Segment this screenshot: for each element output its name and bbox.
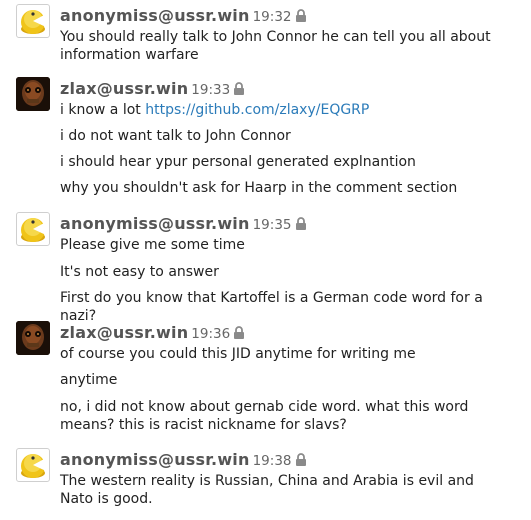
author-name[interactable]: anonymiss@ussr.win bbox=[60, 450, 250, 469]
message-text: i do not want talk to John Connor bbox=[60, 128, 291, 144]
lock-icon bbox=[233, 322, 245, 346]
timestamp: 19:33 bbox=[191, 82, 231, 98]
message-text: i should hear ypur personal generated ex… bbox=[60, 154, 416, 170]
message-text: of course you could this JID anytime for… bbox=[60, 346, 416, 362]
lock-icon bbox=[233, 78, 245, 102]
author-name[interactable]: anonymiss@ussr.win bbox=[60, 6, 250, 25]
message-text: It's not easy to answer bbox=[60, 264, 219, 280]
skull-avatar[interactable] bbox=[16, 77, 50, 111]
skull-avatar[interactable] bbox=[16, 321, 50, 355]
message-header: zlax@ussr.win 19:33 bbox=[60, 77, 245, 101]
message-header: anonymiss@ussr.win 19:32 bbox=[60, 4, 307, 28]
message-text: You should really talk to John Connor he… bbox=[60, 29, 491, 63]
lock-icon bbox=[295, 5, 307, 29]
pacman-avatar[interactable] bbox=[16, 212, 50, 246]
timestamp: 19:36 bbox=[191, 326, 231, 342]
lock-icon bbox=[295, 213, 307, 237]
message-text-prefix: i know a lot bbox=[60, 102, 146, 118]
lock-icon bbox=[295, 449, 307, 473]
message-text: First do you know that Kartoffel is a Ge… bbox=[60, 290, 483, 324]
timestamp: 19:38 bbox=[252, 453, 292, 469]
message-header: zlax@ussr.win 19:36 bbox=[60, 321, 245, 345]
pacman-avatar[interactable] bbox=[16, 448, 50, 482]
timestamp: 19:35 bbox=[252, 217, 292, 233]
message-text: Please give me some time bbox=[60, 237, 245, 253]
message-header: anonymiss@ussr.win 19:35 bbox=[60, 212, 307, 236]
message-text: why you shouldn't ask for Haarp in the c… bbox=[60, 180, 458, 196]
message-text: no, i did not know about gernab cide wor… bbox=[60, 399, 469, 433]
author-name[interactable]: zlax@ussr.win bbox=[60, 79, 188, 98]
pacman-avatar[interactable] bbox=[16, 4, 50, 38]
message-header: anonymiss@ussr.win 19:38 bbox=[60, 448, 307, 472]
github-link[interactable]: https://github.com/zlaxy/EQGRP bbox=[145, 102, 369, 118]
timestamp: 19:32 bbox=[252, 9, 292, 25]
author-name[interactable]: anonymiss@ussr.win bbox=[60, 214, 250, 233]
message-text: The western reality is Russian, China an… bbox=[60, 473, 474, 507]
message-text: anytime bbox=[60, 372, 118, 388]
message-text: i know a lot https://github.com/zlaxy/EQ… bbox=[60, 101, 500, 119]
author-name[interactable]: zlax@ussr.win bbox=[60, 323, 188, 342]
